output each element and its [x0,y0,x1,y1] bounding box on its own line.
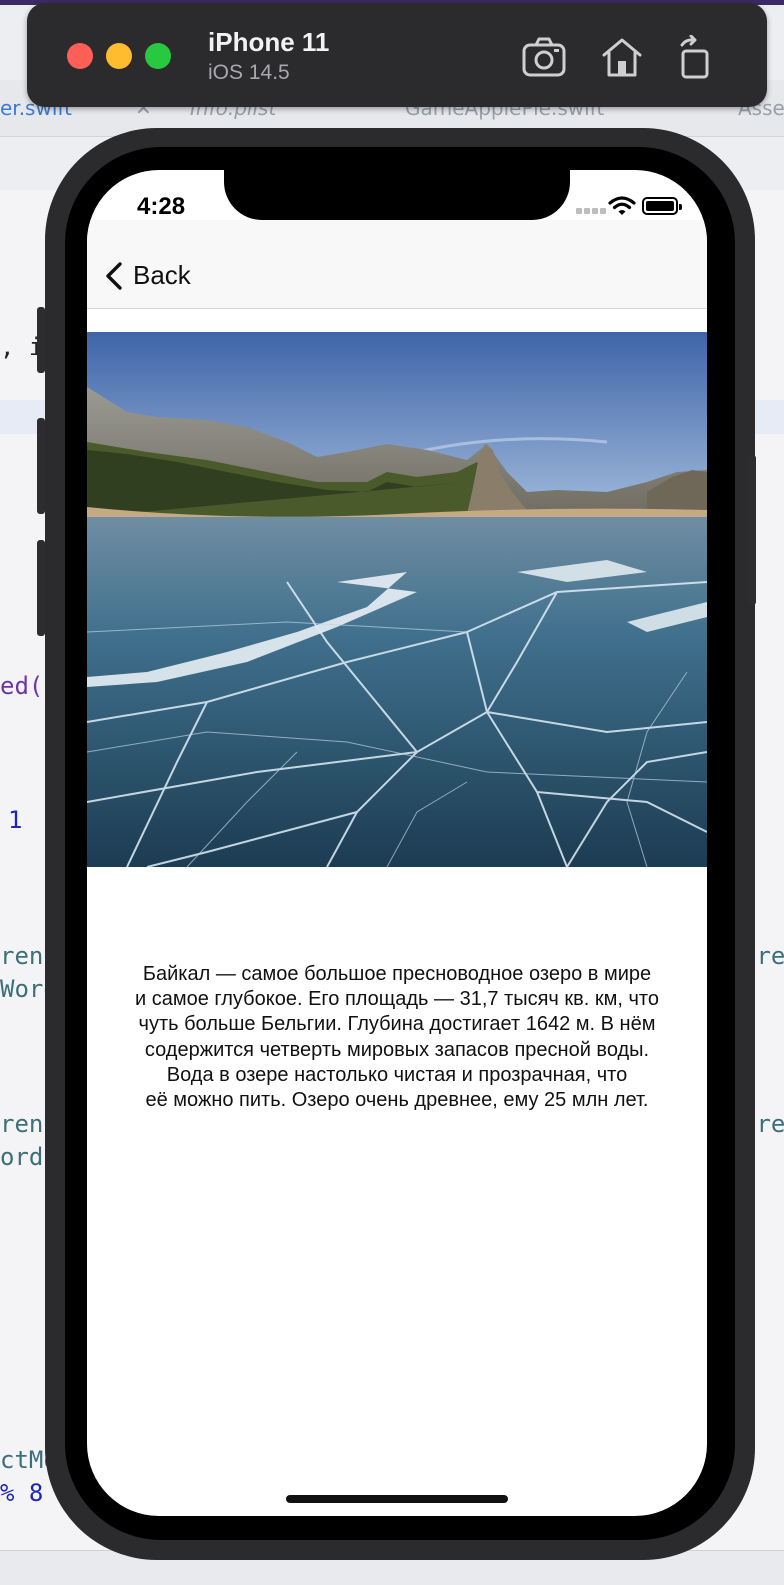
cellular-signal-icon [576,208,606,214]
battery-icon [642,197,682,215]
power-button [748,455,756,605]
minimize-window-button[interactable] [106,43,132,69]
iphone-screen: 4:28 Back Байкал — самое большое преснов… [87,170,707,1516]
back-button-label: Back [133,260,191,290]
description-line: и самое глубокое. Его площадь — 31,7 тыс… [135,988,659,1011]
description-line: её можно пить. Озеро очень древнее, ему … [145,1089,649,1112]
chevron-left-icon [106,261,122,290]
zoom-window-button[interactable] [145,43,171,69]
home-indicator[interactable] [286,1495,508,1503]
notch [224,170,570,220]
description-line: Байкал — самое большое пресноводное озер… [142,963,652,985]
volume-down-button [37,540,45,636]
status-time: 4:28 [137,193,186,220]
description-line: чуть больше Бельгии. Глубина достигает 1… [138,1013,656,1036]
code-fragment: 1 [8,806,23,834]
silent-switch [37,307,45,373]
close-window-button[interactable] [67,43,93,69]
simulator-os-version: iOS 14.5 [208,61,290,84]
wifi-icon [608,196,636,215]
lake-description: Байкал — самое большое пресноводное озер… [97,962,697,1113]
screenshot-icon[interactable] [521,35,567,79]
navigation-bar: Back [87,220,707,309]
rotate-icon[interactable] [672,34,718,79]
code-fragment: % 8 [0,1479,44,1507]
simulator-device-name: iPhone 11 [208,27,330,57]
code-fragment: ord [0,1143,44,1171]
description-line: содержится четверть мировых запасов прес… [144,1038,650,1061]
lake-baikal-photo [87,332,707,867]
simulator-title-bar: iPhone 11 iOS 14.5 [27,3,767,107]
back-button[interactable]: Back [105,260,191,291]
description-line: Вода в озере настолько чистая и прозрачн… [166,1063,628,1086]
home-icon[interactable] [599,35,645,79]
volume-up-button [37,418,45,514]
